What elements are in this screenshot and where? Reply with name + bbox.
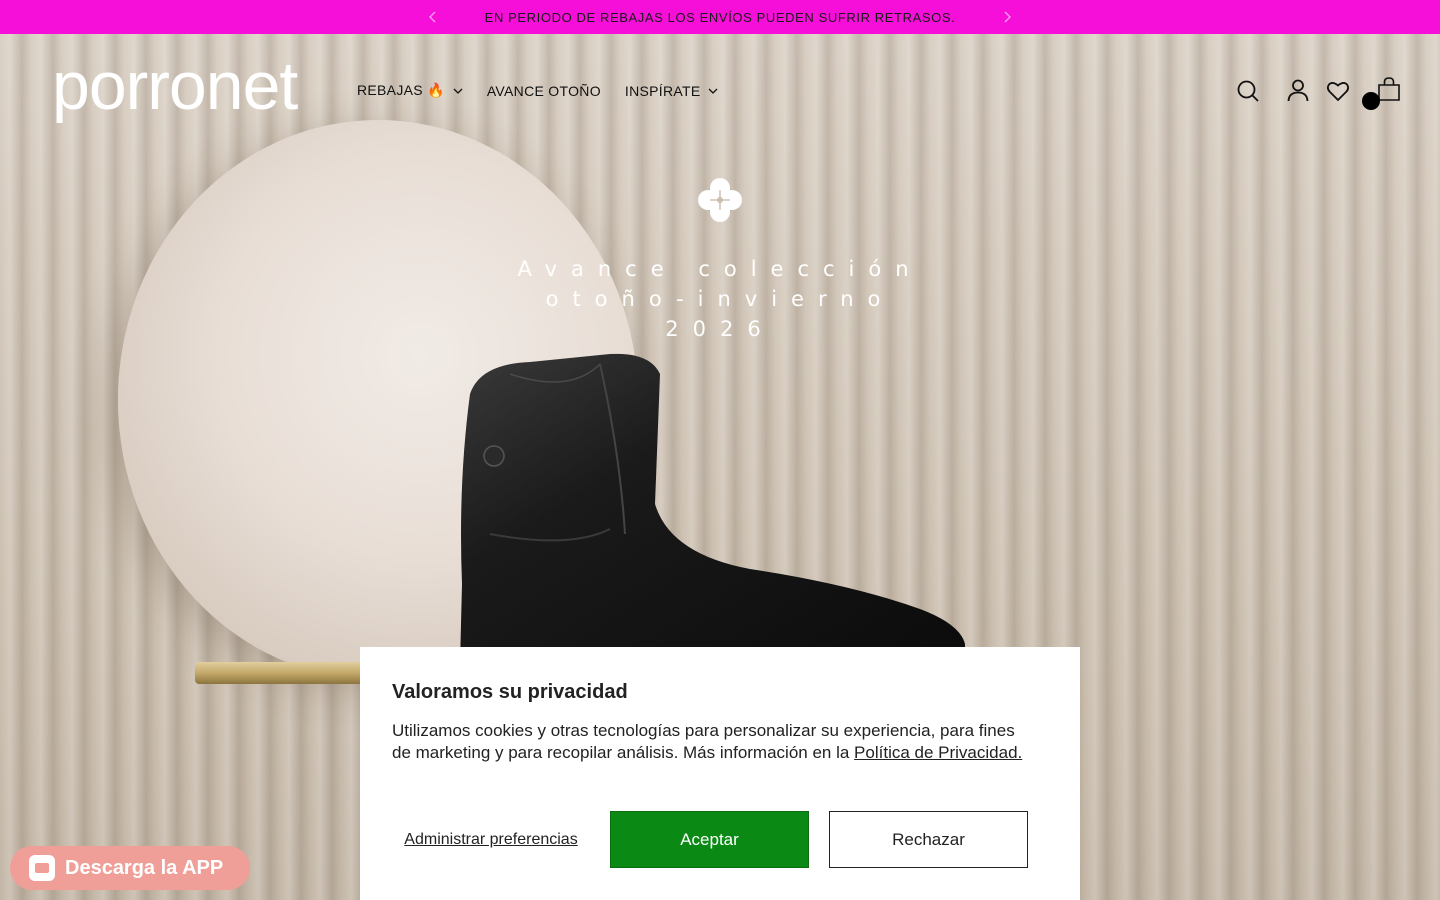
announcement-next-button[interactable]	[998, 8, 1016, 26]
hero-title-line: Avance colección	[517, 257, 923, 281]
chevron-down-icon	[453, 88, 463, 94]
cookie-text: Utilizamos cookies y otras tecnologías p…	[392, 720, 1032, 764]
main-nav: REBAJAS 🔥 AVANCE OTOÑO INSPÍRATE	[357, 82, 742, 99]
nav-item-avance-otono[interactable]: AVANCE OTOÑO	[487, 82, 601, 99]
announcement-prev-button[interactable]	[424, 8, 442, 26]
manage-preferences-button[interactable]: Administrar preferencias	[392, 811, 590, 868]
nav-item-label: REBAJAS 🔥	[357, 82, 445, 98]
hero-title: Avance colección otoño-invierno 2026	[470, 254, 970, 344]
hero-title-line: otoño-invierno	[545, 287, 895, 311]
cookie-actions: Administrar preferencias Aceptar Rechaza…	[392, 811, 1048, 868]
brand-logo[interactable]: porronet	[52, 52, 298, 120]
cookie-title: Valoramos su privacidad	[392, 681, 628, 703]
wishlist-icon	[1326, 82, 1350, 102]
cookie-consent-dialog: Valoramos su privacidad Utilizamos cooki…	[360, 647, 1080, 900]
app-icon	[29, 855, 55, 881]
flower-logo-icon	[696, 176, 744, 224]
reject-cookies-button[interactable]: Rechazar	[829, 811, 1028, 868]
nav-item-label: INSPÍRATE	[624, 82, 701, 99]
chevron-right-icon	[1004, 11, 1011, 23]
announcement-text: EN PERIODO DE REBAJAS LOS ENVÍOS PUEDEN …	[484, 9, 956, 25]
site-header: porronet REBAJAS 🔥 AVANCE OTOÑO INSPÍRAT…	[0, 34, 1440, 148]
search-icon	[1237, 80, 1259, 102]
nav-item-label: AVANCE OTOÑO	[486, 82, 601, 99]
account-icon	[1287, 79, 1309, 102]
nav-item-rebajas[interactable]: REBAJAS 🔥	[357, 82, 463, 99]
search-button[interactable]	[1236, 79, 1260, 103]
download-app-button[interactable]: Descarga la APP	[10, 846, 250, 890]
privacy-policy-link[interactable]: Política de Privacidad.	[854, 743, 1022, 762]
chevron-left-icon	[429, 11, 436, 23]
cart-count-badge	[1362, 92, 1380, 110]
download-app-label: Descarga la APP	[65, 856, 224, 879]
cart-button[interactable]	[1377, 77, 1401, 101]
hero-title-line: 2026	[665, 317, 775, 341]
account-button[interactable]	[1286, 78, 1310, 102]
hero-boot-image	[450, 334, 970, 674]
chevron-down-icon	[709, 88, 718, 94]
announcement-bar: EN PERIODO DE REBAJAS LOS ENVÍOS PUEDEN …	[0, 0, 1440, 34]
wishlist-button[interactable]	[1326, 79, 1350, 103]
cart-icon	[1378, 77, 1400, 101]
accept-cookies-button[interactable]: Aceptar	[610, 811, 809, 868]
nav-item-inspirate[interactable]: INSPÍRATE	[625, 82, 719, 99]
